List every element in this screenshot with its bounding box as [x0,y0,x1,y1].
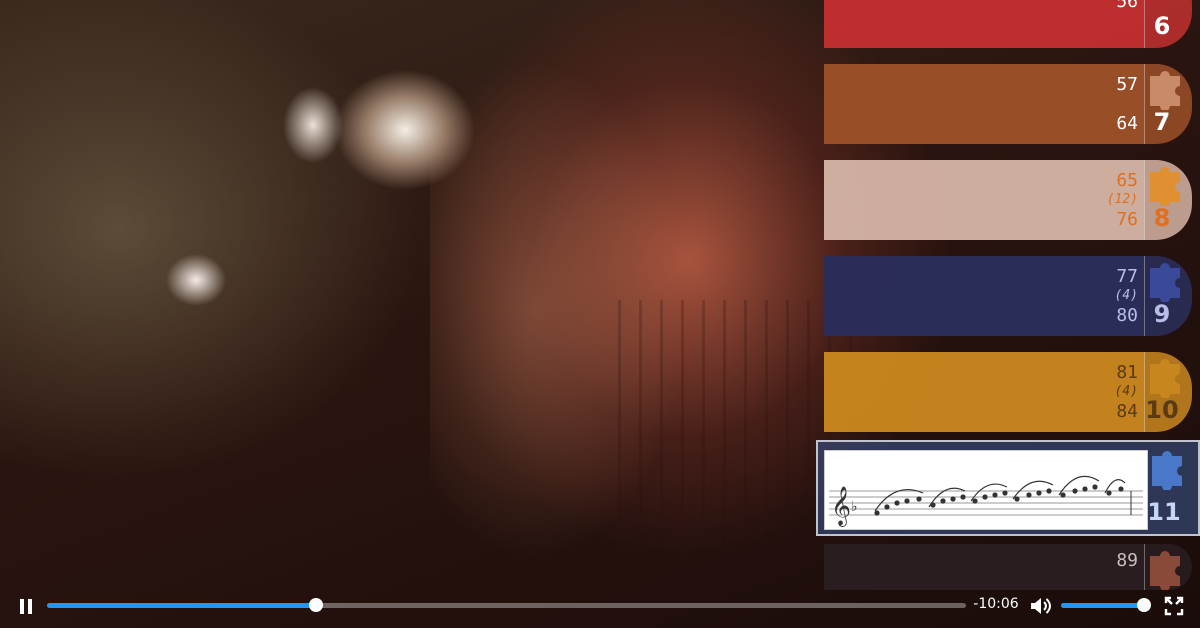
timeline-progress [47,603,317,608]
section-end-measure: 76 [1116,209,1138,230]
section-start-measure: 89 [1116,550,1138,571]
puzzle-piece-icon [1150,167,1180,206]
section-10[interactable]: 81 (4) 84 10 [824,352,1192,432]
section-8[interactable]: 65 (12) 76 8 [824,160,1192,240]
section-start-measure: 65 [1116,170,1138,191]
section-11-active[interactable]: 𝄞 ♭ 11 [816,440,1200,536]
section-number: 10 [1145,396,1179,424]
puzzle-piece-icon [1152,451,1182,490]
section-end-measure: 80 [1116,305,1138,326]
puzzle-piece-icon [1150,71,1180,110]
section-measure-count: (4) [1114,288,1138,303]
timeline-handle[interactable] [309,598,324,612]
fullscreen-button[interactable] [1160,592,1188,620]
section-number: 7 [1153,108,1171,136]
section-number: 6 [1153,12,1171,40]
volume-handle[interactable] [1137,598,1151,612]
svg-text:♭: ♭ [851,499,858,515]
play-pause-button[interactable] [12,592,40,620]
section-start-measure: 56 [1116,0,1138,12]
pause-icon [20,599,32,614]
section-bar [824,64,1144,144]
section-bar [824,256,1144,336]
section-6[interactable]: 56 6 [824,0,1192,48]
section-end-measure: 64 [1116,113,1138,134]
puzzle-piece-icon [1150,359,1180,398]
section-7[interactable]: 57 64 7 [824,64,1192,144]
volume-level [1061,603,1144,608]
volume-icon [1031,598,1051,614]
section-start-measure: 81 [1116,362,1138,383]
score-staff: 𝄞 ♭ [829,475,1143,527]
video-controls: -10:06 [0,584,1200,628]
section-number: 11 [1147,498,1181,526]
volume-slider[interactable] [1061,598,1151,612]
puzzle-piece-icon [1150,263,1180,302]
section-number: 9 [1153,300,1171,328]
section-number: 8 [1153,204,1171,232]
section-bar [824,0,1144,48]
fullscreen-icon [1164,596,1184,616]
section-measure-count: (4) [1114,384,1138,399]
section-start-measure: 57 [1116,74,1138,95]
score-excerpt: 𝄞 ♭ [824,450,1148,530]
section-bar [824,352,1144,432]
svg-text:𝄞: 𝄞 [831,486,851,527]
time-remaining: -10:06 [973,596,1019,612]
section-start-measure: 77 [1116,266,1138,287]
mute-button[interactable] [1026,592,1054,620]
section-end-measure: 84 [1116,401,1138,422]
section-9[interactable]: 77 (4) 80 9 [824,256,1192,336]
section-measure-count: (12) [1106,192,1138,207]
timeline-slider[interactable] [47,598,966,612]
section-bar [824,160,1144,240]
